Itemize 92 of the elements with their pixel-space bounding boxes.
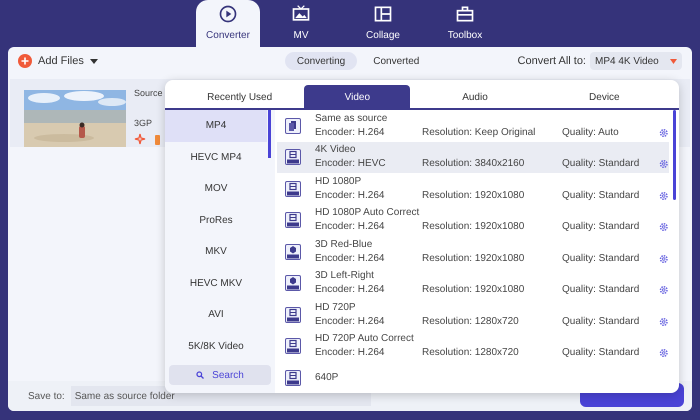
settings-icon[interactable]: [659, 348, 669, 358]
view-tab[interactable]: Converted: [361, 52, 432, 70]
encoder-text: Encoder: HEVC: [315, 157, 387, 172]
search-icon: [196, 371, 204, 379]
encoder-text: Encoder: H.264: [315, 252, 386, 266]
preset-row[interactable]: Same as source Encoder: H.264 Resolution: Keep Original Quality: Auto: [277, 110, 669, 142]
settings-icon[interactable]: [659, 316, 669, 327]
category-item[interactable]: MKV: [165, 236, 267, 268]
encoder-text: Encoder: H.264: [315, 283, 386, 298]
category-item[interactable]: MOV: [165, 173, 267, 204]
category-item[interactable]: HEVC MKV: [165, 268, 267, 299]
settings-icon[interactable]: [659, 128, 669, 138]
plus-icon: [18, 54, 32, 68]
preset-name: 3D Left-Right: [315, 269, 375, 284]
cube-file-icon: [285, 244, 301, 260]
settings-icon[interactable]: [659, 159, 669, 170]
preset-name: 640P: [315, 370, 340, 385]
scroll-thumb: [268, 110, 271, 158]
preset-name: HD 1080P Auto Correct: [315, 206, 420, 220]
quality-text: Quality: Standard: [562, 252, 640, 266]
view-tab[interactable]: Converting: [284, 52, 358, 70]
settings-icon[interactable]: [659, 190, 669, 201]
add-files-button[interactable]: Add Files: [18, 52, 98, 70]
category-item[interactable]: ProRes: [165, 204, 267, 236]
convert-all-label: Convert All to:: [518, 54, 586, 69]
convert-all-dropdown[interactable]: MP4 4K Video: [590, 52, 682, 70]
save-to-label: Save to:: [28, 390, 65, 404]
nav-tab[interactable]: MV: [269, 0, 333, 47]
video-file-icon: [285, 338, 301, 354]
category-item[interactable]: 5K/8K Video: [165, 330, 267, 362]
toolbox-icon: [455, 4, 475, 24]
encoder-text: Encoder: H.264: [315, 220, 386, 234]
video-file-icon: [285, 212, 301, 228]
search-button[interactable]: Search: [169, 365, 271, 385]
resolution-text: Resolution: 1280x720: [422, 346, 520, 360]
resolution-text: Resolution: 1920x1080: [422, 188, 526, 203]
resolution-text: Resolution: 1920x1080: [422, 252, 526, 266]
preset-name: HD 720P Auto Correct: [315, 332, 415, 346]
quality-text: Quality: Standard: [562, 314, 640, 329]
resolution-text: Resolution: 3840x2160: [422, 157, 526, 172]
preset-row[interactable]: HD 1080P Auto Correct Encoder: H.264 Resolution: 1920x1080 Quality: Standard: [277, 204, 669, 236]
layout-icon: [373, 4, 393, 24]
resolution-text: Resolution: 1920x1080: [422, 283, 526, 298]
preset-row[interactable]: HD 720P Encoder: H.264 Resolution: 1280x720 Quality: Standard: [277, 299, 669, 330]
caret-icon: [670, 58, 677, 64]
resolution-text: Resolution: 1280x720: [422, 314, 520, 329]
format-tab[interactable]: Device: [540, 85, 669, 110]
format-tab[interactable]: Audio: [410, 85, 540, 110]
nav-tab[interactable]: Collage: [351, 0, 415, 47]
nav-tab[interactable]: Converter: [196, 0, 260, 47]
quality-text: Quality: Standard: [562, 220, 640, 234]
copy-icon: [285, 118, 301, 134]
quality-text: Quality: Standard: [562, 283, 640, 298]
encoder-text: Encoder: H.264: [315, 314, 386, 329]
preset-name: Same as source: [315, 112, 388, 126]
quality-text: Quality: Standard: [562, 157, 640, 172]
quality-text: Quality: Standard: [562, 188, 640, 203]
category-item[interactable]: HEVC MP4: [165, 142, 267, 173]
nav-tab[interactable]: Toolbox: [433, 0, 497, 47]
source-label: Source: [134, 87, 163, 100]
video-file-icon: [285, 149, 301, 166]
settings-icon[interactable]: [659, 254, 669, 264]
preset-name: 4K Video: [315, 143, 356, 158]
video-file-icon: [285, 370, 301, 386]
preset-row[interactable]: 3D Red-Blue Encoder: H.264 Resolution: 1920x1080 Quality: Standard: [277, 236, 669, 268]
encoder-text: Encoder: H.264: [315, 346, 386, 360]
caret-icon: [90, 58, 98, 64]
preset-name: HD 1080P: [315, 174, 362, 189]
format-label: 3GP: [134, 117, 152, 130]
resolution-text: Resolution: 1920x1080: [422, 220, 526, 234]
quality-text: Quality: Standard: [562, 346, 640, 360]
category-item[interactable]: AVI: [165, 299, 267, 330]
video-file-icon: [285, 180, 301, 197]
format-tab[interactable]: Recently Used: [175, 85, 304, 110]
cube-file-icon: [285, 275, 301, 292]
format-tab[interactable]: Video: [304, 85, 410, 110]
resolution-text: Resolution: Keep Original: [422, 126, 536, 140]
preset-row[interactable]: 4K Video Encoder: HEVC Resolution: 3840x2160 Quality: Standard: [277, 142, 669, 173]
category-item[interactable]: MP4: [165, 110, 267, 142]
quality-text: Quality: Auto: [562, 126, 619, 140]
encoder-text: Encoder: H.264: [315, 126, 386, 140]
preset-row[interactable]: HD 1080P Encoder: H.264 Resolution: 1920x1080 Quality: Standard: [277, 173, 669, 204]
preset-name: 3D Red-Blue: [315, 238, 374, 252]
play-circle-icon: [218, 4, 238, 24]
video-file-icon: [285, 306, 301, 323]
settings-icon[interactable]: [659, 222, 669, 232]
settings-icon[interactable]: [659, 285, 669, 296]
sparkle-icon: [134, 133, 146, 145]
preset-row[interactable]: HD 720P Auto Correct Encoder: H.264 Resolution: 1280x720 Quality: Standard: [277, 330, 669, 362]
preset-name: HD 720P: [315, 300, 357, 315]
encoder-text: Encoder: H.264: [315, 188, 386, 203]
preset-row[interactable]: 3D Left-Right Encoder: H.264 Resolution: 1920x1080 Quality: Standard: [277, 268, 669, 299]
